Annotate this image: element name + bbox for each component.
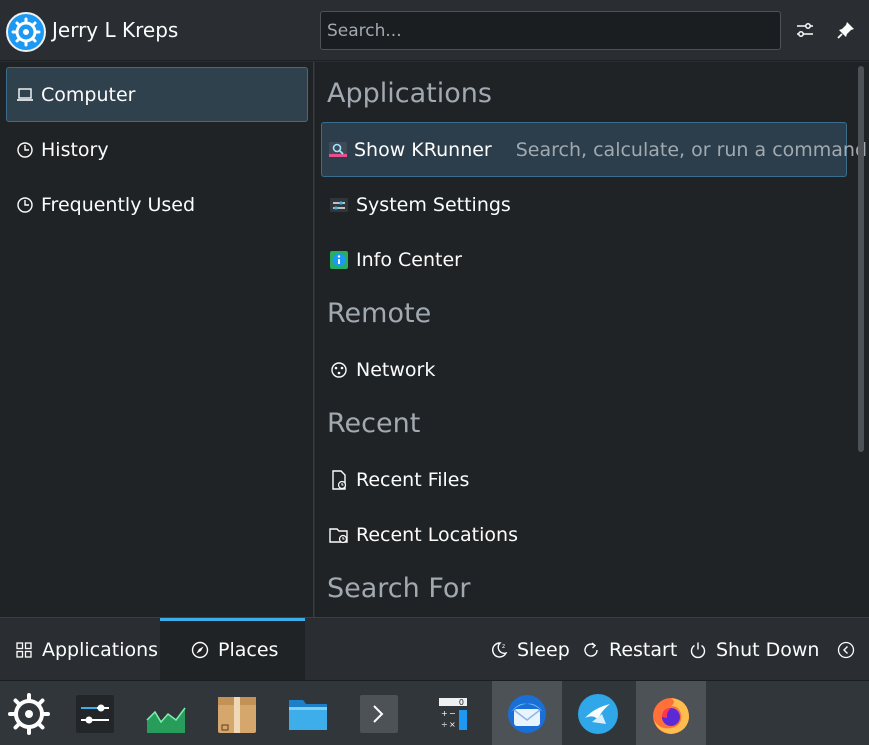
taskbar-kdeconnect[interactable] xyxy=(563,681,633,745)
section-title-recent: Recent xyxy=(327,408,421,439)
shut-down-label: Shut Down xyxy=(716,638,820,661)
taskbar-terminal[interactable] xyxy=(344,681,414,745)
section-title-applications: Applications xyxy=(327,78,492,109)
restart-icon xyxy=(581,640,601,660)
taskbar-package-manager[interactable] xyxy=(202,681,272,745)
taskbar-system-monitor[interactable] xyxy=(131,681,201,745)
taskbar-file-manager[interactable] xyxy=(273,681,343,745)
krunner-icon xyxy=(328,139,348,161)
section-title-remote: Remote xyxy=(327,298,432,329)
sidebar-item-label: History xyxy=(41,138,109,161)
more-power-options-button[interactable] xyxy=(836,618,864,681)
kdeconnect-icon xyxy=(578,693,618,734)
user-name: Jerry L Kreps xyxy=(52,18,179,42)
sidebar-item-label: Frequently Used xyxy=(41,193,196,216)
restart-label: Restart xyxy=(609,638,678,661)
tab-applications[interactable]: Applications xyxy=(0,618,160,681)
list-item-description: Search, calculate, or run a command xyxy=(515,138,868,161)
list-item-label: Info Center xyxy=(356,248,462,271)
file-manager-icon xyxy=(289,699,327,730)
list-item-recent-locations[interactable]: Recent Locations xyxy=(321,507,847,562)
sleep-button[interactable]: z Sleep xyxy=(489,618,570,681)
clock-icon xyxy=(15,140,35,160)
calculator-display: 0 xyxy=(459,698,464,707)
tab-label: Places xyxy=(218,638,279,661)
laptop-icon xyxy=(15,85,35,105)
calculator-icon: 0 + − ÷ × xyxy=(436,694,470,733)
tab-places[interactable]: Places xyxy=(160,618,305,681)
scrollbar[interactable] xyxy=(858,66,864,452)
clock-icon xyxy=(15,195,35,215)
active-tab-indicator xyxy=(160,618,305,621)
svg-text:×: × xyxy=(449,720,456,729)
taskbar-system-settings[interactable] xyxy=(60,681,130,745)
list-item-label: Network xyxy=(356,358,436,381)
avatar[interactable] xyxy=(6,12,46,52)
section-title-search-for: Search For xyxy=(327,573,471,604)
svg-text:÷: ÷ xyxy=(441,720,448,729)
list-item-label: Recent Locations xyxy=(356,523,518,546)
pin-icon xyxy=(837,22,854,39)
sliders-icon xyxy=(797,23,813,37)
list-item-system-settings[interactable]: System Settings xyxy=(321,177,847,232)
search-input[interactable] xyxy=(320,11,781,50)
list-item-label: Show KRunner xyxy=(354,138,492,161)
list-item-network[interactable]: Network xyxy=(321,342,847,397)
places-sidebar: Computer History Frequently Used xyxy=(0,62,314,617)
package-icon xyxy=(218,696,256,733)
system-settings-icon xyxy=(76,694,114,733)
kde-launcher-icon xyxy=(8,692,50,735)
sleep-label: Sleep xyxy=(517,638,570,661)
power-icon xyxy=(688,640,708,660)
taskbar-firefox[interactable] xyxy=(636,681,706,745)
thunderbird-icon xyxy=(508,694,546,733)
compass-icon xyxy=(190,640,210,660)
taskbar-app-launcher[interactable] xyxy=(0,681,58,745)
shut-down-button[interactable]: Shut Down xyxy=(688,618,819,681)
list-item-info-center[interactable]: Info Center xyxy=(321,232,847,287)
list-item-show-krunner[interactable]: Show KRunner Search, calculate, or run a… xyxy=(321,122,867,177)
grid-icon xyxy=(14,640,34,660)
launcher-header: Jerry L Kreps xyxy=(0,0,869,61)
recent-files-icon xyxy=(328,469,350,491)
system-monitor-icon xyxy=(146,694,186,733)
kde-gear-icon xyxy=(11,17,41,47)
terminal-icon xyxy=(360,694,398,733)
system-settings-icon xyxy=(328,194,350,216)
svg-text:+: + xyxy=(441,709,448,718)
sidebar-item-frequently-used[interactable]: Frequently Used xyxy=(6,177,308,232)
sleep-icon: z xyxy=(489,640,509,660)
configure-button[interactable] xyxy=(791,16,819,44)
svg-text:z: z xyxy=(502,643,505,650)
taskbar: 0 + − ÷ × xyxy=(0,680,869,745)
svg-text:−: − xyxy=(449,709,456,718)
taskbar-calculator[interactable]: 0 + − ÷ × xyxy=(418,681,488,745)
info-center-icon xyxy=(328,249,350,271)
firefox-icon xyxy=(653,697,689,734)
chevron-left-icon xyxy=(836,640,856,660)
list-item-label: System Settings xyxy=(356,193,511,216)
sidebar-item-history[interactable]: History xyxy=(6,122,308,177)
list-item-recent-files[interactable]: Recent Files xyxy=(321,452,847,507)
recent-locations-icon xyxy=(328,524,350,546)
restart-button[interactable]: Restart xyxy=(581,618,677,681)
places-list: Applications Show KRunner Search, calcul… xyxy=(315,62,869,617)
sidebar-item-label: Computer xyxy=(41,83,136,106)
list-item-label: Recent Files xyxy=(356,468,470,491)
tab-label: Applications xyxy=(42,638,159,661)
sidebar-item-computer[interactable]: Computer xyxy=(6,67,308,122)
taskbar-thunderbird[interactable] xyxy=(492,681,562,745)
launcher-footer: Applications Places z Sleep Restart Shut… xyxy=(0,617,869,681)
network-icon xyxy=(328,359,350,381)
pin-button[interactable] xyxy=(832,16,860,44)
